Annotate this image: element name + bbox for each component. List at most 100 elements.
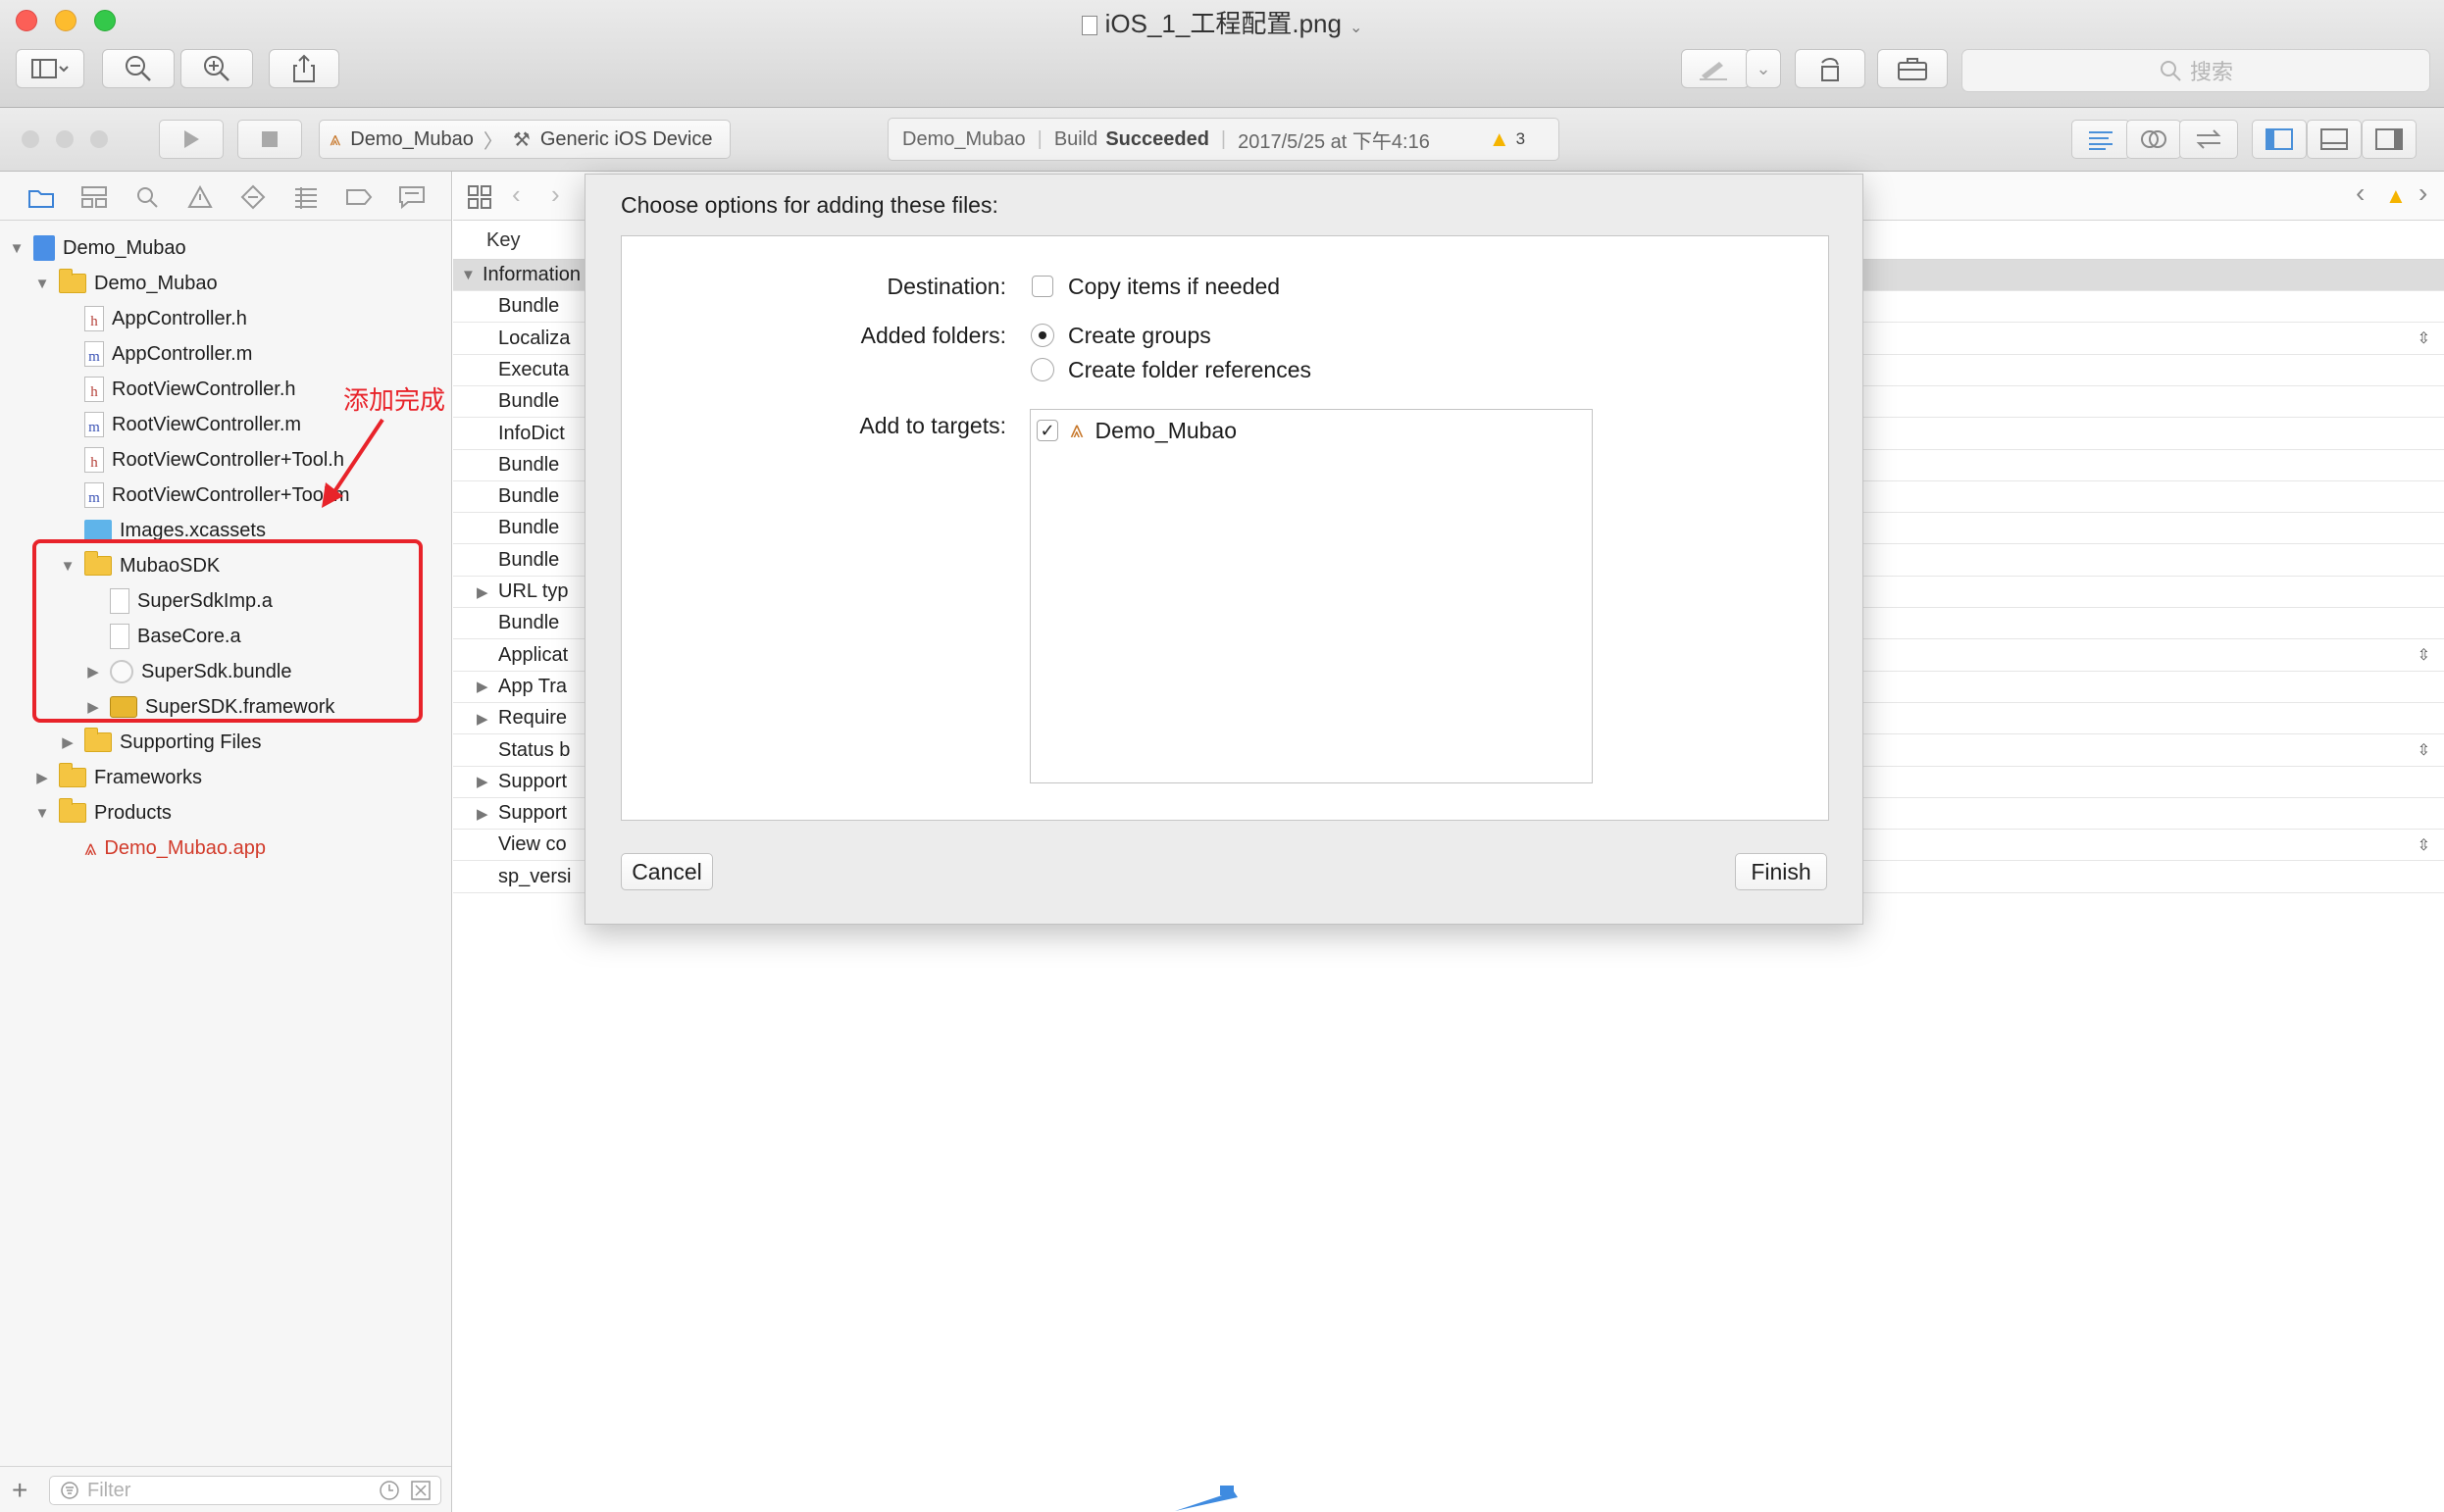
forward-arrow-icon[interactable]: › <box>551 179 560 210</box>
plist-key[interactable]: App Tra <box>498 676 567 698</box>
cancel-button[interactable]: Cancel <box>621 853 713 890</box>
file-tree-row[interactable]: ▼ Products <box>33 795 172 831</box>
plist-key[interactable]: Applicat <box>498 644 568 667</box>
version-editor-button[interactable] <box>2179 120 2238 159</box>
plist-key[interactable]: Support <box>498 802 567 825</box>
standard-editor-button[interactable] <box>2071 120 2130 159</box>
warning-count[interactable]: 3 <box>1516 129 1525 149</box>
warning-icon[interactable]: ▲ <box>1489 126 1510 152</box>
test-navigator-tab-icon[interactable] <box>237 181 269 213</box>
disclosure-collapsed-icon[interactable]: ▶ <box>477 710 494 728</box>
file-tree-row[interactable]: m RootViewController.m <box>59 407 301 442</box>
value-popup-stepper-icon[interactable]: ⇳ <box>2418 328 2430 348</box>
run-button[interactable] <box>159 120 224 159</box>
disclosure-collapsed-icon[interactable]: ▶ <box>477 773 494 790</box>
plist-key[interactable]: Bundle <box>498 612 559 634</box>
plist-key[interactable]: View co <box>498 833 567 856</box>
sidebar-toggle-button[interactable] <box>16 49 84 88</box>
scheme-name[interactable]: Demo_Mubao <box>350 128 474 151</box>
key-column-header[interactable]: Key <box>486 229 520 252</box>
issue-navigator-tab-icon[interactable] <box>184 181 216 213</box>
file-tree-row[interactable]: ▼ Demo_Mubao <box>8 230 186 266</box>
add-file-button[interactable]: + <box>12 1475 27 1506</box>
plist-key[interactable]: Bundle <box>498 295 559 318</box>
disclosure-collapsed-icon[interactable]: ▶ <box>59 733 76 751</box>
value-popup-stepper-icon[interactable]: ⇳ <box>2418 645 2430 665</box>
plist-key[interactable]: Bundle <box>498 485 559 508</box>
plist-key[interactable]: Bundle <box>498 549 559 572</box>
toolbox-button[interactable] <box>1877 49 1948 88</box>
file-tree-row[interactable]: h AppController.h <box>59 301 247 336</box>
plist-key[interactable]: sp_versi <box>498 866 571 888</box>
target-row[interactable]: ✓ ⩓ Demo_Mubao <box>1037 416 1237 445</box>
disclosure-collapsed-icon[interactable]: ▶ <box>33 769 51 786</box>
create-groups-label[interactable]: Create groups <box>1068 323 1211 349</box>
symbol-navigator-tab-icon[interactable] <box>78 181 110 213</box>
report-navigator-tab-icon[interactable] <box>396 181 428 213</box>
scm-status-filter-icon[interactable] <box>409 1479 433 1502</box>
create-folder-references-label[interactable]: Create folder references <box>1068 357 1311 383</box>
file-tree-row[interactable]: ⩓ Demo_Mubao.app <box>59 831 266 866</box>
debug-navigator-tab-icon[interactable] <box>290 181 322 213</box>
project-navigator-tab-icon[interactable] <box>25 181 57 213</box>
device-name[interactable]: Generic iOS Device <box>540 128 713 151</box>
markup-menu-button[interactable]: ⌄ <box>1746 49 1781 88</box>
find-navigator-tab-icon[interactable] <box>131 181 163 213</box>
navigator-filter-field[interactable]: Filter <box>49 1476 441 1505</box>
copy-items-label[interactable]: Copy items if needed <box>1068 274 1280 300</box>
plist-key[interactable]: Information <box>483 264 581 286</box>
window-title[interactable]: iOS_1_工程配置.png ⌄ <box>0 4 2444 40</box>
recent-files-clock-icon[interactable] <box>378 1479 401 1502</box>
plist-key[interactable]: Support <box>498 771 567 793</box>
plist-key[interactable]: Status b <box>498 739 570 762</box>
plist-key[interactable]: Require <box>498 707 567 730</box>
stop-button[interactable] <box>237 120 302 159</box>
create-groups-radio[interactable] <box>1031 324 1054 347</box>
disclosure-collapsed-icon[interactable]: ▶ <box>477 583 494 601</box>
plist-key[interactable]: Bundle <box>498 390 559 413</box>
disclosure-expanded-icon[interactable]: ▼ <box>33 805 51 822</box>
back-arrow-icon[interactable]: ‹ <box>512 179 521 210</box>
value-popup-stepper-icon[interactable]: ⇳ <box>2418 740 2430 760</box>
zoom-in-button[interactable] <box>180 49 253 88</box>
search-field[interactable]: 搜索 <box>1961 49 2430 92</box>
toggle-inspector-button[interactable] <box>2362 120 2417 159</box>
file-tree-row[interactable]: ▶ Supporting Files <box>59 725 262 760</box>
plist-key[interactable]: URL typ <box>498 580 569 603</box>
value-popup-stepper-icon[interactable]: ⇳ <box>2418 835 2430 855</box>
related-items-grid-icon[interactable] <box>467 184 492 210</box>
previous-issue-icon[interactable]: ‹ <box>2356 177 2365 209</box>
finish-button[interactable]: Finish <box>1735 853 1827 890</box>
file-tree-row[interactable]: m AppController.m <box>59 336 252 372</box>
disclosure-collapsed-icon[interactable]: ▶ <box>477 805 494 823</box>
file-tree-row[interactable]: h RootViewController+Tool.h <box>59 442 344 478</box>
plist-key[interactable]: Bundle <box>498 517 559 539</box>
plist-key[interactable]: Executa <box>498 359 569 381</box>
zoom-out-button[interactable] <box>102 49 175 88</box>
disclosure-expanded-icon[interactable]: ▼ <box>461 267 479 283</box>
target-name[interactable]: Demo_Mubao <box>1095 418 1237 444</box>
file-tree-row[interactable]: ▶ Frameworks <box>33 760 202 795</box>
breakpoint-navigator-tab-icon[interactable] <box>343 181 375 213</box>
toggle-debug-area-button[interactable] <box>2307 120 2362 159</box>
rotate-button[interactable] <box>1795 49 1865 88</box>
markup-button[interactable] <box>1681 49 1750 88</box>
share-button[interactable] <box>269 49 339 88</box>
plist-key[interactable]: Bundle <box>498 454 559 477</box>
plist-key[interactable]: InfoDict <box>498 423 565 445</box>
scheme-selector[interactable]: ⩓ Demo_Mubao 〉 ⚒ Generic iOS Device <box>319 120 731 159</box>
file-tree-row[interactable]: m RootViewController+Tool.m <box>59 478 350 513</box>
disclosure-expanded-icon[interactable]: ▼ <box>8 240 25 257</box>
plist-key[interactable]: Localiza <box>498 328 570 350</box>
copy-items-checkbox[interactable] <box>1032 276 1053 297</box>
disclosure-collapsed-icon[interactable]: ▶ <box>477 678 494 695</box>
assistant-editor-button[interactable] <box>2126 120 2181 159</box>
file-tree-row[interactable]: h RootViewController.h <box>59 372 296 407</box>
disclosure-expanded-icon[interactable]: ▼ <box>33 276 51 292</box>
issue-warning-icon[interactable]: ▲ <box>2385 183 2407 209</box>
create-folder-references-radio[interactable] <box>1031 358 1054 381</box>
file-tree-row[interactable]: ▼ Demo_Mubao <box>33 266 218 301</box>
toggle-navigator-button[interactable] <box>2252 120 2307 159</box>
next-issue-icon[interactable]: › <box>2419 177 2427 209</box>
target-checkbox[interactable]: ✓ <box>1037 420 1058 441</box>
